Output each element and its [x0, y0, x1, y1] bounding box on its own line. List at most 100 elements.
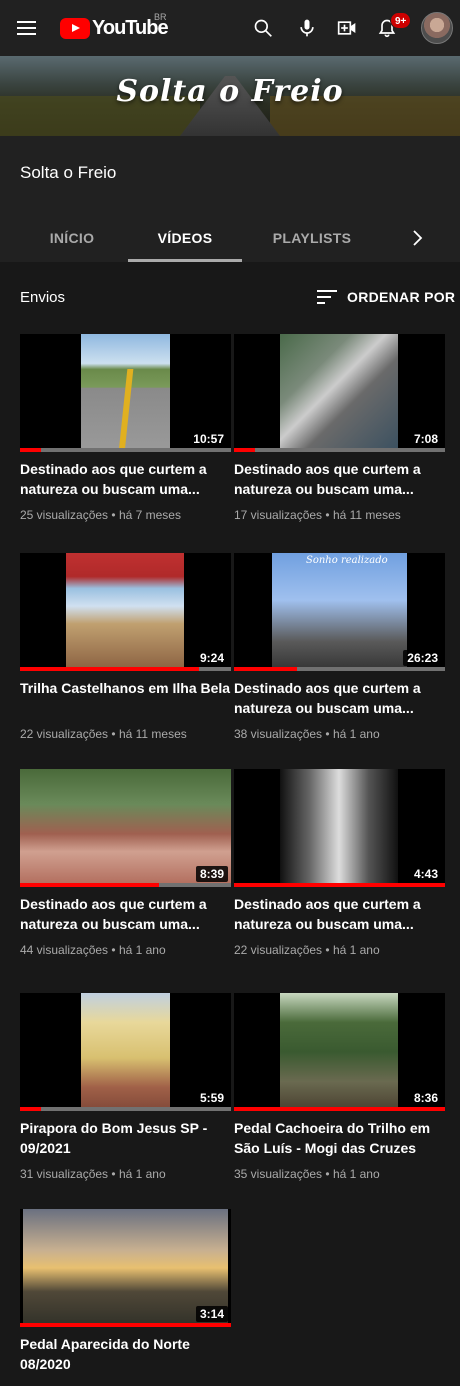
- mic-icon[interactable]: [289, 10, 325, 46]
- sort-label: ORDENAR POR: [347, 289, 456, 305]
- video-card[interactable]: 4:43 Destinado aos que curtem a natureza …: [234, 769, 445, 957]
- upload-age: há 1 ano: [118, 943, 166, 957]
- video-meta: 35 visualizações • há 1 ano: [234, 1167, 445, 1181]
- thumbnail-image: [81, 334, 170, 452]
- duration-badge: 8:36: [409, 1090, 442, 1106]
- channel-header: Solta o Freio INÍCIO VÍDEOS PLAYLISTS: [0, 136, 460, 262]
- video-thumbnail[interactable]: 8:39: [20, 769, 231, 887]
- separator-dot: •: [108, 508, 119, 522]
- watch-progress-bar: [20, 1107, 231, 1111]
- watch-progress-fill: [20, 448, 42, 452]
- search-icon[interactable]: [245, 10, 281, 46]
- view-count: 25 visualizações: [20, 508, 109, 522]
- sort-icon: [317, 289, 337, 305]
- avatar[interactable]: [421, 12, 453, 44]
- upload-age: há 11 meses: [118, 727, 187, 741]
- video-meta: 31 visualizações • há 1 ano: [20, 1167, 231, 1181]
- thumbnail-image: [81, 993, 170, 1111]
- video-card[interactable]: 5:59 Pirapora do Bom Jesus SP - 09/2021 31…: [20, 993, 231, 1181]
- video-card[interactable]: 7:08 Destinado aos que curtem a natureza …: [234, 334, 445, 522]
- separator-dot: •: [322, 943, 333, 957]
- upload-age: há 1 ano: [332, 727, 380, 741]
- video-thumbnail[interactable]: 7:08: [234, 334, 445, 452]
- upload-age: há 11 meses: [332, 508, 401, 522]
- upload-age: há 1 ano: [332, 1167, 380, 1181]
- thumbnail-image: [280, 334, 398, 452]
- video-card[interactable]: Sonho realizado 26:23 Destinado aos que cu…: [234, 553, 445, 741]
- video-title[interactable]: Destinado aos que curtem a natureza ou b…: [234, 678, 445, 718]
- watch-progress-fill: [20, 667, 200, 671]
- video-title[interactable]: Trilha Castelhanos em Ilha Bela: [20, 678, 231, 718]
- youtube-logo[interactable]: YouTube: [60, 16, 169, 40]
- watch-progress-fill: [234, 883, 445, 887]
- video-title[interactable]: Destinado aos que curtem a natureza ou b…: [234, 894, 445, 934]
- watch-progress-fill: [20, 1107, 42, 1111]
- duration-badge: 7:08: [409, 431, 442, 447]
- video-title[interactable]: Pedal Aparecida do Norte 08/2020: [20, 1334, 231, 1374]
- thumbnail-image: [66, 553, 184, 671]
- watch-progress-fill: [20, 1323, 231, 1327]
- tab-videos[interactable]: VÍDEOS: [128, 214, 242, 262]
- video-meta: 22 visualizações • há 11 meses: [20, 727, 231, 741]
- video-title[interactable]: Destinado aos que curtem a natureza ou b…: [20, 459, 231, 499]
- video-meta: 38 visualizações • há 1 ano: [234, 727, 445, 741]
- thumbnail-image: [272, 553, 407, 671]
- video-thumbnail[interactable]: 4:43: [234, 769, 445, 887]
- video-thumbnail[interactable]: Sonho realizado 26:23: [234, 553, 445, 671]
- video-thumbnail[interactable]: 3:14: [20, 1209, 231, 1327]
- duration-badge: 9:24: [195, 650, 228, 666]
- thumbnail-overlay-text: Sonho realizado: [306, 555, 388, 566]
- video-meta: 17 visualizações • há 11 meses: [234, 508, 445, 522]
- video-meta: 44 visualizações • há 1 ano: [20, 943, 231, 957]
- duration-badge: 5:59: [195, 1090, 228, 1106]
- watch-progress-bar: [20, 1323, 231, 1327]
- channel-tabs: INÍCIO VÍDEOS PLAYLISTS: [0, 214, 460, 262]
- watch-progress-bar: [20, 667, 231, 671]
- video-card[interactable]: 8:39 Destinado aos que curtem a natureza …: [20, 769, 231, 957]
- view-count: 35 visualizações: [234, 1167, 323, 1181]
- upload-age: há 1 ano: [332, 943, 380, 957]
- separator-dot: •: [322, 508, 333, 522]
- watch-progress-fill: [234, 448, 256, 452]
- video-card[interactable]: 9:24 Trilha Castelhanos em Ilha Bela 22 vi…: [20, 553, 231, 741]
- duration-badge: 10:57: [189, 431, 228, 447]
- view-count: 17 visualizações: [234, 508, 323, 522]
- watch-progress-fill: [20, 883, 160, 887]
- video-thumbnail[interactable]: 9:24: [20, 553, 231, 671]
- create-video-icon[interactable]: [329, 10, 365, 46]
- video-thumbnail[interactable]: 8:36: [234, 993, 445, 1111]
- section-title: Envios: [20, 289, 66, 306]
- video-title[interactable]: Pedal Cachoeira do Trilho em São Luís - …: [234, 1118, 445, 1158]
- view-count: 22 visualizações: [234, 943, 323, 957]
- video-card[interactable]: 10:57 Destinado aos que curtem a natureza…: [20, 334, 231, 522]
- notification-badge: 9+: [390, 12, 412, 29]
- separator-dot: •: [322, 1167, 333, 1181]
- video-title[interactable]: Destinado aos que curtem a natureza ou b…: [20, 894, 231, 934]
- youtube-play-icon: [60, 17, 90, 39]
- duration-badge: 26:23: [403, 650, 442, 666]
- channel-banner: Solta o Freio: [0, 56, 460, 136]
- watch-progress-bar: [234, 1107, 445, 1111]
- region-code: BR: [154, 12, 167, 22]
- sort-button[interactable]: ORDENAR POR: [317, 285, 455, 309]
- separator-dot: •: [108, 1167, 119, 1181]
- video-title[interactable]: Pirapora do Bom Jesus SP - 09/2021: [20, 1118, 231, 1158]
- tab-inicio[interactable]: INÍCIO: [22, 214, 122, 262]
- watch-progress-bar: [20, 448, 231, 452]
- duration-badge: 8:39: [195, 866, 228, 882]
- duration-badge: 3:14: [195, 1306, 228, 1322]
- video-card[interactable]: 3:14 Pedal Aparecida do Norte 08/2020: [20, 1209, 231, 1374]
- chevron-right-icon[interactable]: [405, 226, 435, 250]
- watch-progress-bar: [234, 667, 445, 671]
- channel-name: Solta o Freio: [20, 163, 117, 182]
- watch-progress-bar: [20, 883, 231, 887]
- video-title[interactable]: Destinado aos que curtem a natureza ou b…: [234, 459, 445, 499]
- video-thumbnail[interactable]: 10:57: [20, 334, 231, 452]
- video-card[interactable]: 8:36 Pedal Cachoeira do Trilho em São Luí…: [234, 993, 445, 1181]
- tab-playlists[interactable]: PLAYLISTS: [260, 214, 364, 262]
- view-count: 31 visualizações: [20, 1167, 109, 1181]
- watch-progress-fill: [234, 1107, 445, 1111]
- menu-icon[interactable]: [8, 10, 44, 46]
- view-count: 44 visualizações: [20, 943, 109, 957]
- video-thumbnail[interactable]: 5:59: [20, 993, 231, 1111]
